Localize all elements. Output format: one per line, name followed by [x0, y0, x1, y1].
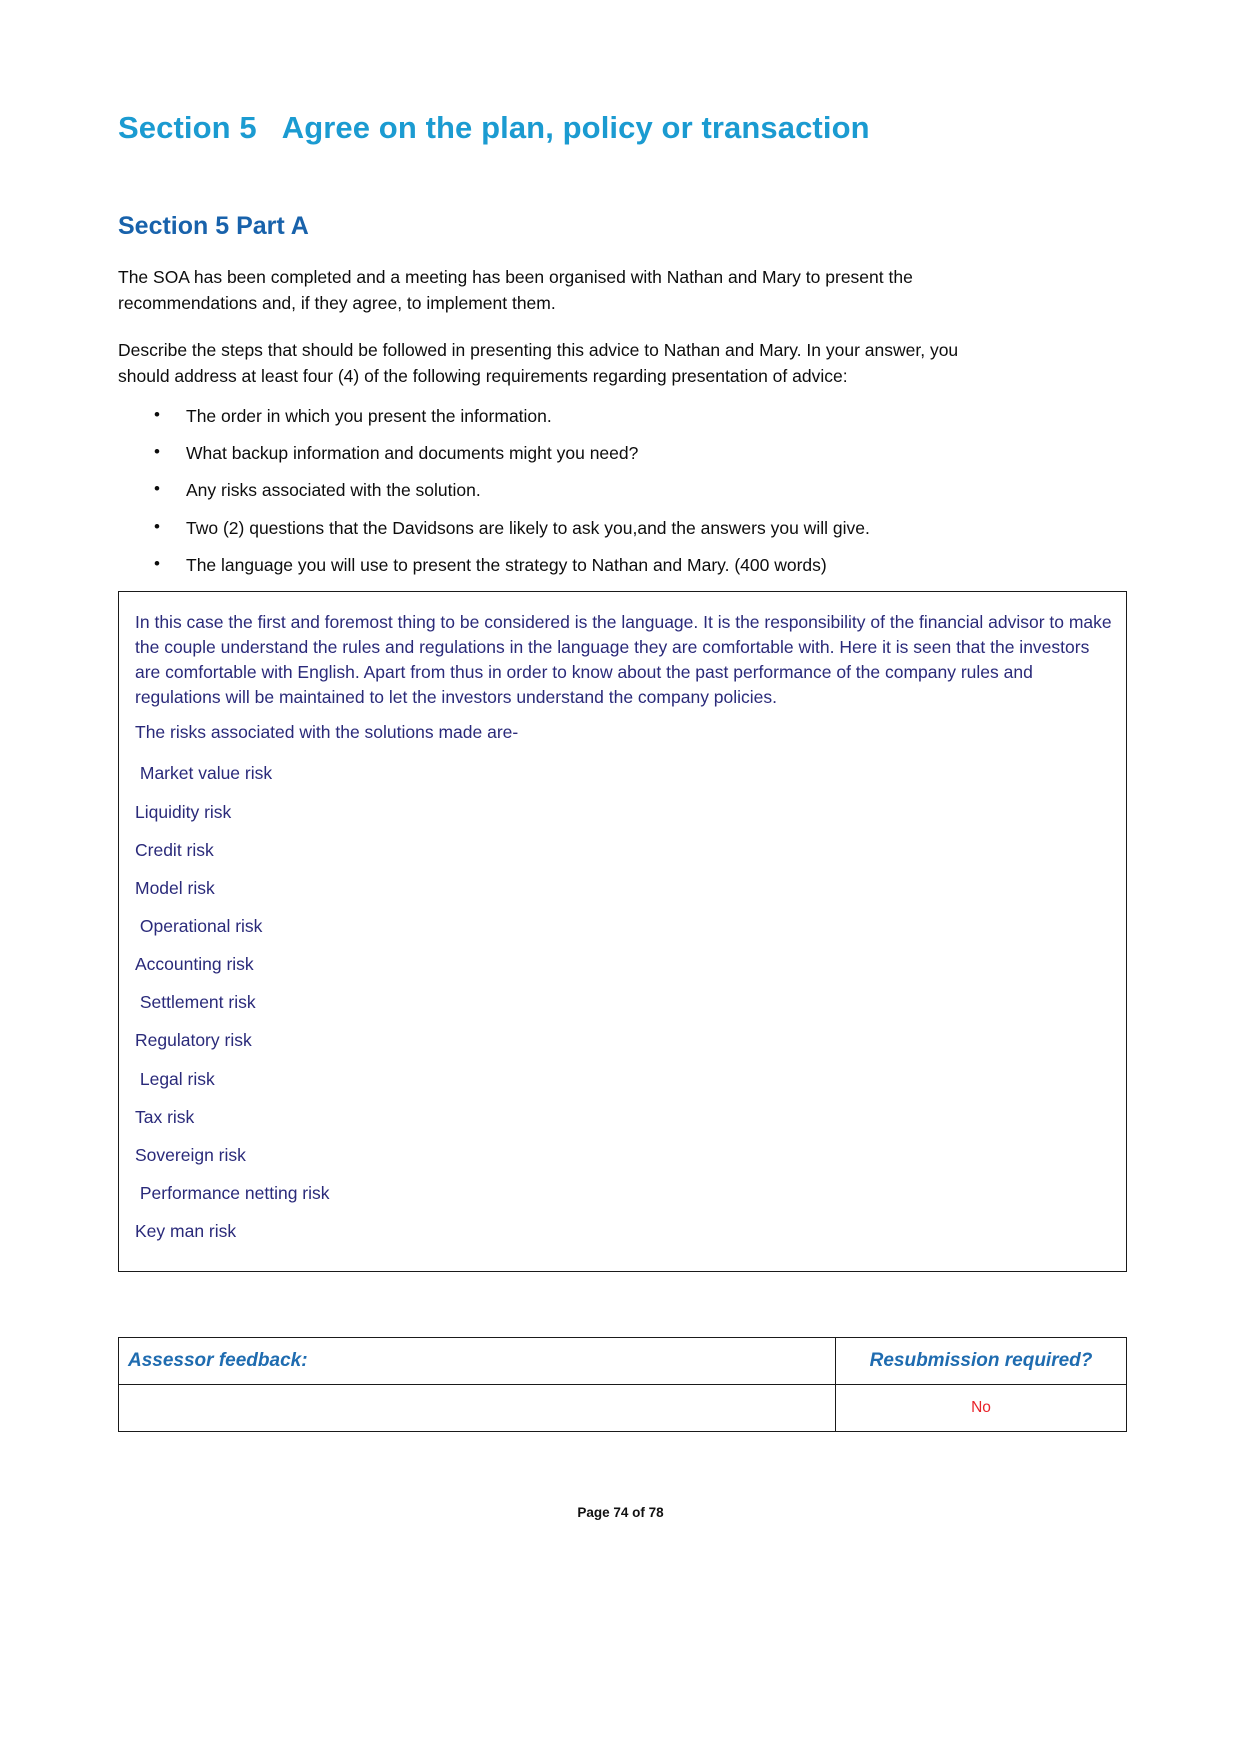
risk-item: Market value risk [135, 763, 273, 784]
table-row: Assessor feedback: Resubmission required… [118, 1337, 1127, 1386]
risk-item: Model risk [135, 877, 215, 898]
risk-item: Key man risk [135, 1221, 237, 1242]
list-item: Two (2) questions that the Davidsons are… [154, 515, 1123, 541]
page-footer: Page 74 of 78 [577, 1505, 664, 1520]
part-heading: Section 5 Part A [118, 212, 309, 241]
document-page: Section 5 Agree on the plan, policy or t… [0, 0, 1241, 1754]
risk-item: Performance netting risk [135, 1183, 330, 1204]
answer-paragraph-2: The risks associated with the solutions … [135, 722, 519, 743]
risk-item: Settlement risk [135, 992, 256, 1013]
resubmission-required-header: Resubmission required? [835, 1337, 1127, 1386]
instruction-paragraph: Describe the steps that should be follow… [118, 340, 959, 386]
answer-textbox[interactable]: In this case the first and foremost thin… [118, 590, 1127, 1273]
risk-item: Credit risk [135, 839, 214, 860]
risk-item: Sovereign risk [135, 1144, 246, 1165]
risk-item: Regulatory risk [135, 1030, 252, 1051]
list-item: The order in which you present the infor… [154, 403, 1123, 429]
list-item: What backup information and documents mi… [154, 440, 1123, 466]
assessor-feedback-value[interactable] [118, 1384, 836, 1433]
risk-item: Operational risk [135, 916, 263, 937]
resubmission-required-value[interactable]: No [835, 1384, 1127, 1433]
risk-item: Legal risk [135, 1068, 215, 1089]
assessor-feedback-header: Assessor feedback: [118, 1337, 836, 1386]
list-item: Any risks associated with the solution. [154, 477, 1123, 503]
requirements-list: The order in which you present the infor… [118, 403, 1123, 579]
section-heading: Section 5 Agree on the plan, policy or t… [118, 110, 870, 145]
table-row: No [118, 1384, 1127, 1433]
risk-item: Tax risk [135, 1106, 195, 1127]
risk-item: Accounting risk [135, 954, 254, 975]
assessor-feedback-table: Assessor feedback: Resubmission required… [118, 1337, 1127, 1433]
risk-item: Liquidity risk [135, 801, 232, 822]
answer-paragraph-1: In this case the first and foremost thin… [135, 611, 1112, 708]
list-item: The language you will use to present the… [154, 552, 1123, 578]
intro-paragraph: The SOA has been completed and a meeting… [118, 266, 913, 313]
